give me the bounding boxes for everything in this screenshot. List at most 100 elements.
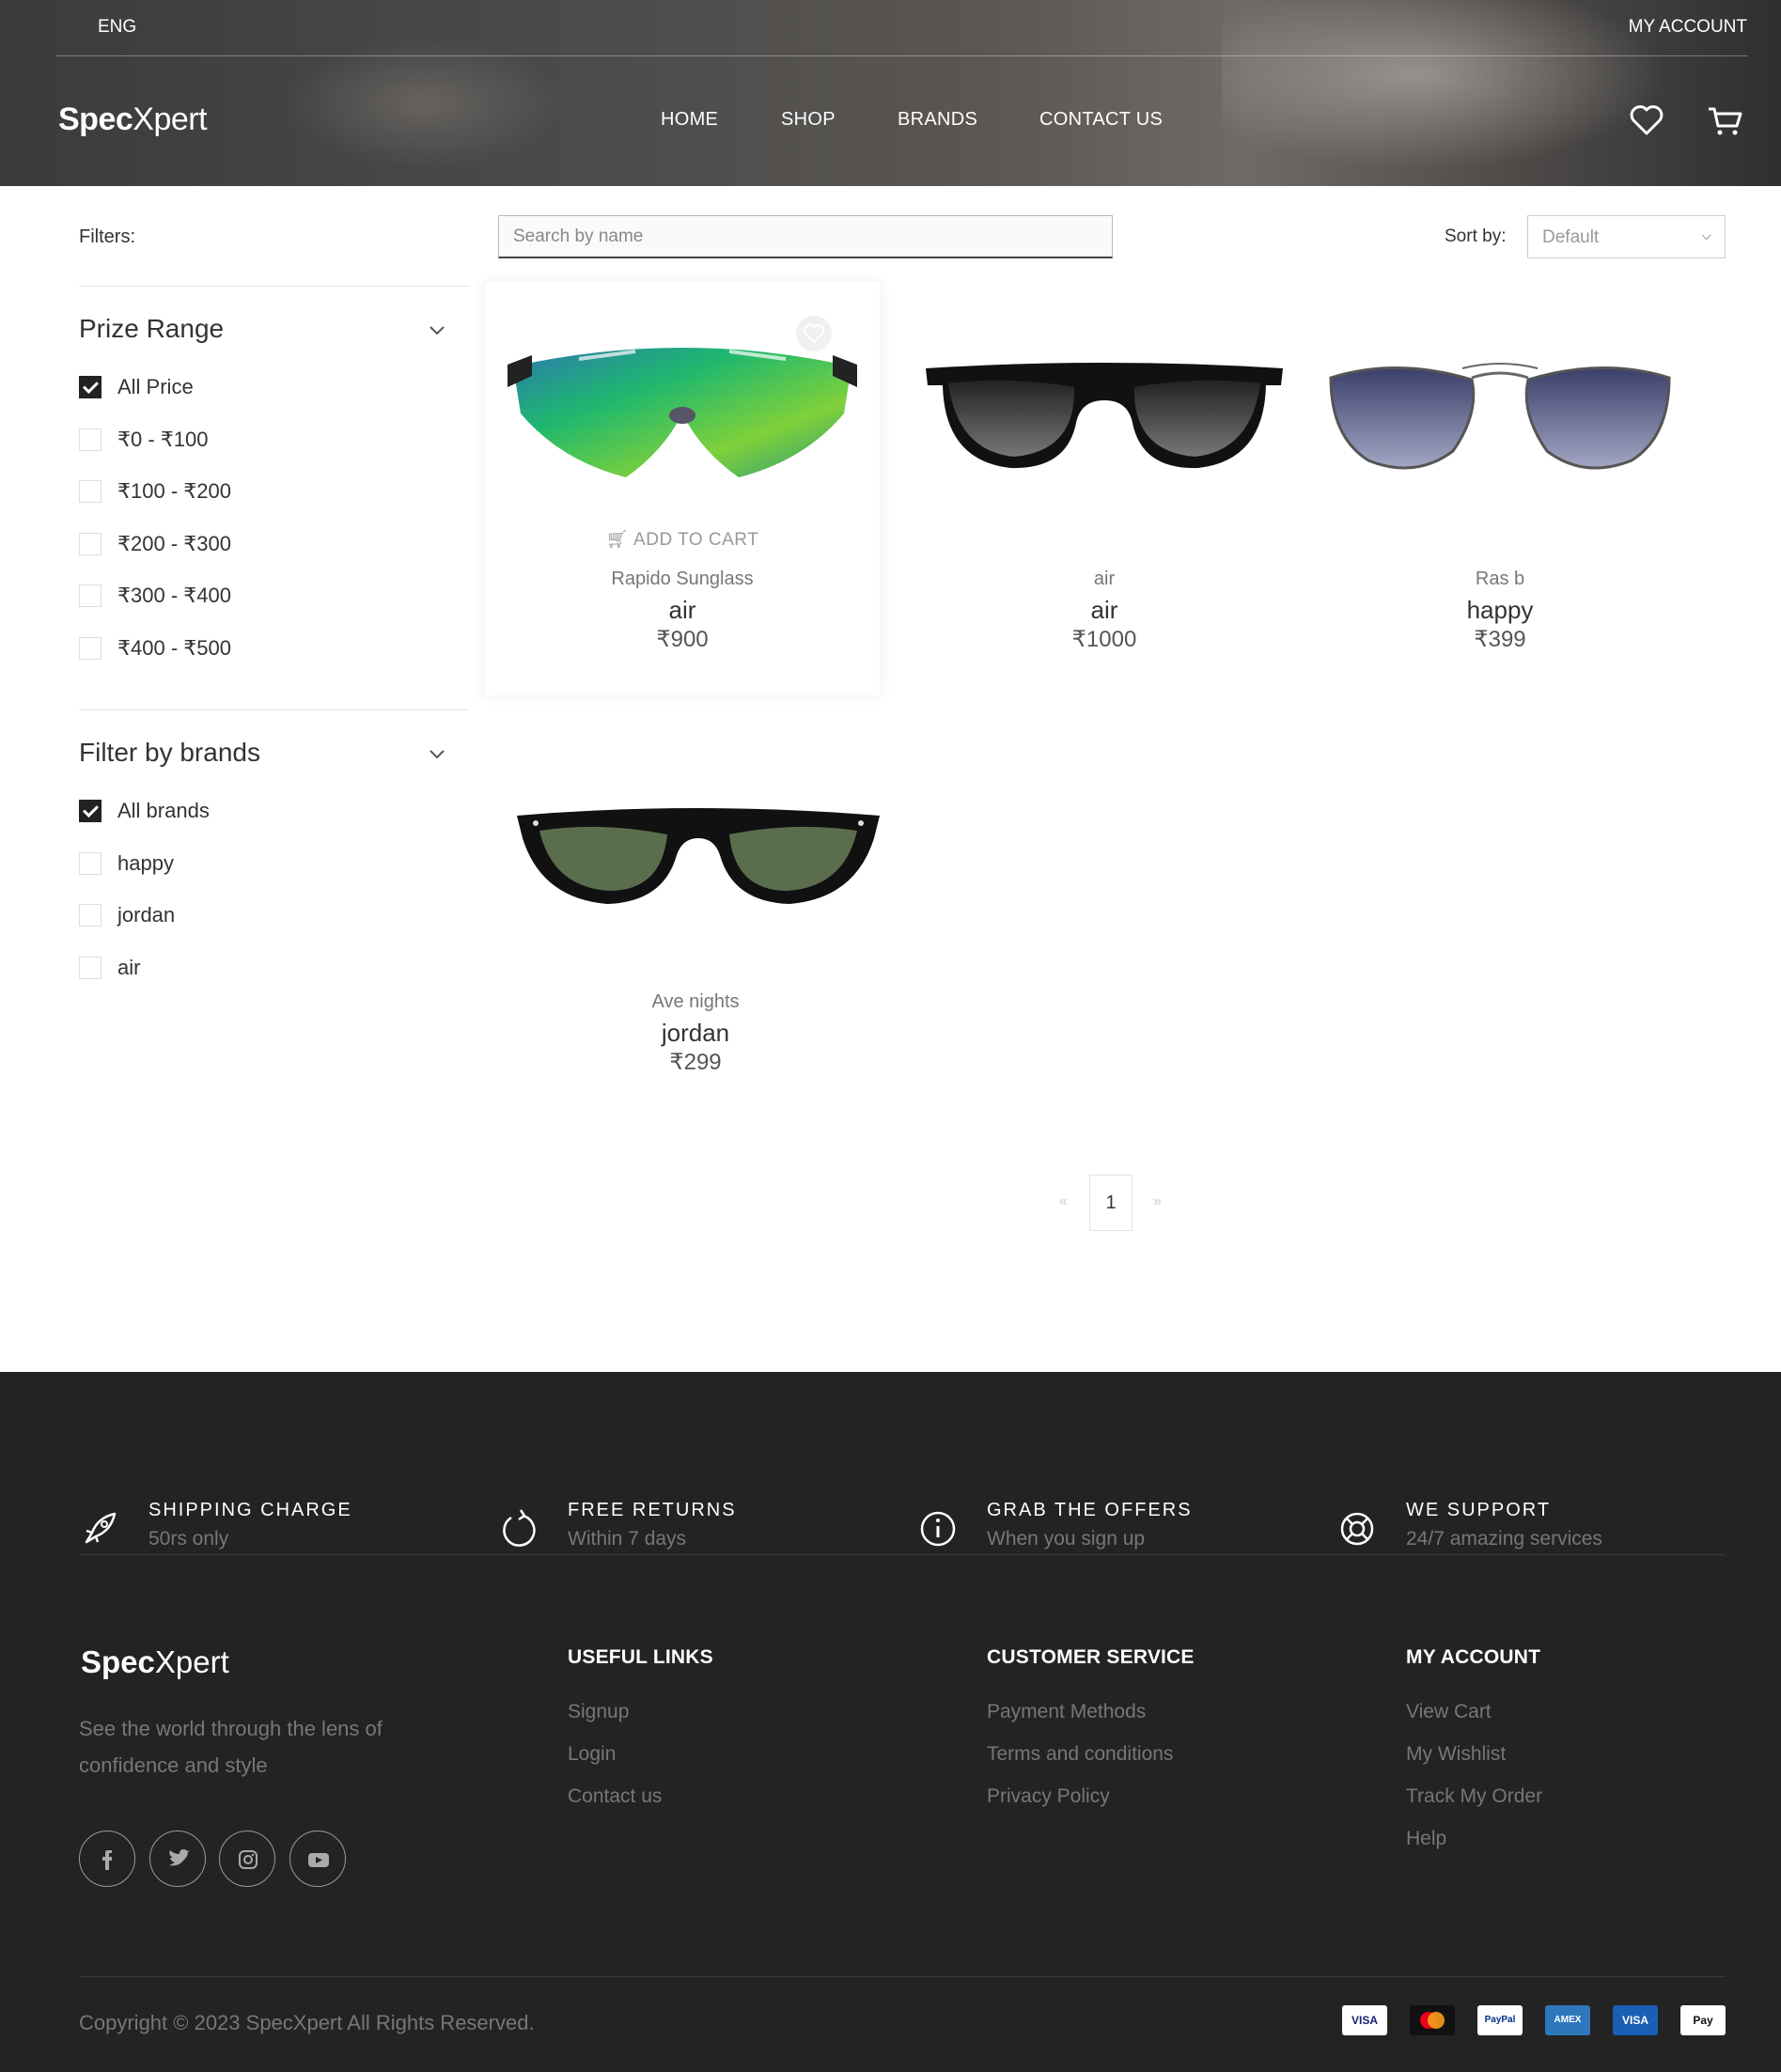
footer-link-privacy[interactable]: Privacy Policy — [987, 1785, 1110, 1808]
product-card[interactable]: Ras b happy ₹399 — [1303, 282, 1697, 695]
brand-option[interactable]: jordan — [79, 903, 175, 927]
facebook-icon — [102, 1850, 112, 1870]
footer-link-login[interactable]: Login — [568, 1743, 616, 1766]
nav-home[interactable]: HOME — [661, 109, 718, 131]
logo-bold: Spec — [58, 101, 133, 137]
product-brand: jordan — [661, 1019, 730, 1047]
feature-title: FREE RETURNS — [568, 1500, 737, 1520]
product-card[interactable]: air air ₹1000 — [907, 282, 1302, 695]
facebook-button[interactable] — [79, 1831, 135, 1887]
product-brand: air — [668, 596, 696, 624]
option-label: ₹100 - ₹200 — [117, 479, 231, 503]
brand-option[interactable]: air — [79, 956, 140, 980]
option-label: All Price — [117, 375, 194, 398]
wishlist-heart-icon[interactable] — [1628, 101, 1665, 139]
footer-link-payment[interactable]: Payment Methods — [987, 1701, 1146, 1723]
checkbox[interactable] — [79, 428, 102, 451]
paypal-payment-icon: PayPal — [1477, 2005, 1523, 2035]
footer-link-view-cart[interactable]: View Cart — [1406, 1701, 1492, 1723]
sort-select[interactable]: Default ⌵ — [1527, 215, 1726, 258]
my-account-link[interactable]: MY ACCOUNT — [1629, 17, 1747, 38]
product-card[interactable]: 🛒︎ ADD TO CART Rapido Sunglass air ₹900 — [485, 282, 880, 695]
pagination-next[interactable]: » — [1153, 1193, 1162, 1210]
youtube-button[interactable] — [289, 1831, 346, 1887]
checkbox[interactable] — [79, 637, 102, 660]
option-label: ₹400 - ₹500 — [117, 636, 231, 660]
footer-divider — [79, 1554, 1726, 1555]
language-selector[interactable]: ENG — [98, 17, 136, 38]
checkbox[interactable] — [79, 957, 102, 979]
price-option[interactable]: ₹300 - ₹400 — [79, 584, 231, 608]
sidebar-divider — [79, 709, 469, 710]
product-name[interactable]: Ras b — [1303, 569, 1697, 590]
checkbox[interactable] — [79, 904, 102, 927]
add-to-cart-button[interactable]: 🛒︎ ADD TO CART — [485, 528, 880, 551]
feature-title: SHIPPING CHARGE — [148, 1500, 352, 1520]
product-image-wayfarer-green[interactable] — [508, 733, 883, 921]
add-to-wishlist-button[interactable] — [796, 316, 832, 351]
price-option[interactable]: ₹400 - ₹500 — [79, 636, 231, 661]
logo-bold: Spec — [81, 1644, 155, 1679]
cart-icon[interactable] — [1706, 101, 1743, 139]
logo-light: Xpert — [154, 1644, 229, 1679]
chevron-down-icon[interactable] — [428, 744, 446, 763]
logo-light: Xpert — [133, 101, 208, 137]
visa-electron-payment-icon: VISA — [1613, 2005, 1658, 2035]
feature-subtitle: Within 7 days — [568, 1528, 687, 1550]
footer-tagline: See the world through the lens of confid… — [79, 1717, 383, 1777]
site-header: ENG MY ACCOUNT SpecXpert HOME SHOP BRAND… — [0, 0, 1781, 186]
product-image-aviator-blue[interactable] — [1312, 310, 1688, 498]
footer-logo[interactable]: SpecXpert — [81, 1644, 229, 1680]
brand-option[interactable]: All brands — [79, 799, 210, 823]
footer-link-signup[interactable]: Signup — [568, 1701, 629, 1723]
product-price: ₹399 — [1474, 627, 1526, 652]
instagram-button[interactable] — [219, 1831, 275, 1887]
feature-title: GRAB THE OFFERS — [987, 1500, 1193, 1520]
footer-link-help[interactable]: Help — [1406, 1828, 1446, 1850]
product-name[interactable]: Rapido Sunglass — [485, 569, 880, 590]
mastercard-logo — [1420, 2012, 1445, 2029]
youtube-icon — [308, 1853, 329, 1867]
checkbox[interactable] — [79, 852, 102, 875]
nav-shop[interactable]: SHOP — [781, 109, 836, 131]
checkbox[interactable] — [79, 480, 102, 503]
brand-option[interactable]: happy — [79, 851, 174, 876]
product-price: ₹1000 — [1071, 627, 1137, 652]
pagination-prev[interactable]: « — [1059, 1193, 1068, 1210]
footer-link-track-order[interactable]: Track My Order — [1406, 1785, 1542, 1808]
option-label: ₹200 - ₹300 — [117, 532, 231, 555]
footer-link-wishlist[interactable]: My Wishlist — [1406, 1743, 1506, 1766]
checkbox[interactable] — [79, 584, 102, 607]
search-input[interactable] — [498, 215, 1113, 258]
checkbox[interactable] — [79, 533, 102, 555]
product-name[interactable]: air — [907, 569, 1302, 590]
apple-pay-payment-icon: Pay — [1680, 2005, 1726, 2035]
product-price: ₹299 — [669, 1050, 722, 1075]
price-option[interactable]: ₹100 - ₹200 — [79, 479, 231, 504]
brand-filter-title[interactable]: Filter by brands — [79, 738, 260, 768]
visa-payment-icon: VISA — [1342, 2005, 1387, 2035]
site-logo[interactable]: SpecXpert — [58, 101, 208, 138]
chevron-down-icon[interactable] — [428, 320, 446, 339]
product-name[interactable]: Ave nights — [498, 991, 893, 1013]
checkbox-checked[interactable] — [79, 376, 102, 398]
price-option[interactable]: ₹0 - ₹100 — [79, 428, 209, 452]
checkbox-checked[interactable] — [79, 800, 102, 822]
nav-contact-us[interactable]: CONTACT US — [1039, 109, 1163, 131]
price-filter-title[interactable]: Prize Range — [79, 314, 224, 344]
price-option[interactable]: All Price — [79, 375, 194, 399]
footer-link-terms[interactable]: Terms and conditions — [987, 1743, 1173, 1766]
twitter-button[interactable] — [149, 1831, 206, 1887]
lifebuoy-icon — [1340, 1512, 1374, 1546]
pagination-current-page[interactable]: 1 — [1089, 1175, 1133, 1231]
nav-brands[interactable]: BRANDS — [898, 109, 977, 131]
product-card[interactable]: Ave nights jordan ₹299 — [498, 705, 893, 1118]
apple-pay-label: Pay — [1693, 2014, 1713, 2027]
footer-link-contact[interactable]: Contact us — [568, 1785, 662, 1808]
feature-subtitle: 50rs only — [148, 1528, 229, 1550]
price-option[interactable]: ₹200 - ₹300 — [79, 532, 231, 556]
product-image-square-black[interactable] — [916, 310, 1292, 498]
header-background-blur — [282, 38, 564, 169]
twitter-icon — [169, 1849, 190, 1866]
option-label: All brands — [117, 799, 210, 822]
